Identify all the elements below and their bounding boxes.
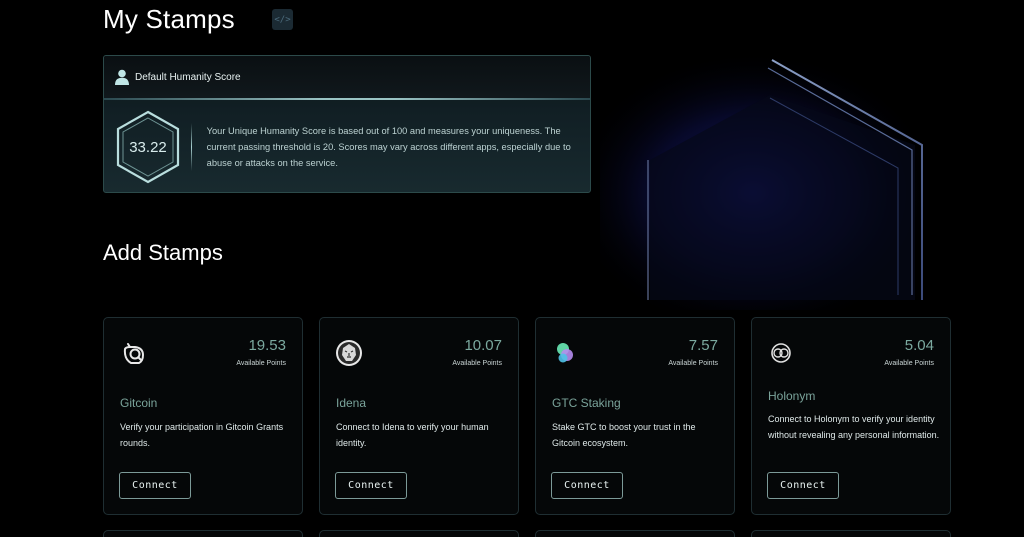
holonym-icon — [771, 343, 791, 363]
gitcoin-icon — [123, 343, 145, 364]
stamp-name: Holonym — [768, 389, 816, 403]
stamp-name: GTC Staking — [552, 396, 621, 410]
available-points-value: 19.53 — [248, 337, 286, 354]
idena-icon — [336, 340, 362, 366]
stamp-card-partial — [751, 530, 951, 537]
available-points-label: Available Points — [668, 360, 718, 367]
score-value: 33.22 — [129, 138, 167, 156]
available-points-value: 10.07 — [464, 337, 502, 354]
stamp-description: Verify your participation in Gitcoin Gra… — [120, 422, 284, 448]
connect-button[interactable]: Connect — [119, 472, 191, 499]
humanity-score-card: Default Humanity Score 33.22 Your Unique… — [103, 55, 591, 193]
score-description: Your Unique Humanity Score is based out … — [206, 126, 571, 168]
stamp-card-partial — [535, 530, 735, 537]
connect-button[interactable]: Connect — [335, 472, 407, 499]
stamp-card-gtc-staking: 7.57 Available Points GTC Staking Stake … — [535, 317, 735, 515]
gtc-staking-icon — [557, 343, 573, 363]
available-points-label: Available Points — [236, 360, 286, 367]
score-card-title: Default Humanity Score — [135, 71, 241, 83]
user-icon — [115, 69, 129, 85]
stamp-card-holonym: 5.04 Available Points Holonym Connect to… — [751, 317, 951, 515]
stamp-name: Idena — [336, 396, 367, 410]
stamp-description: Stake GTC to boost your trust in the Git… — [552, 422, 696, 448]
page-title: My Stamps — [103, 4, 235, 34]
score-divider — [104, 98, 590, 100]
stamp-card-idena: 10.07 Available Points Idena Connect to … — [319, 317, 519, 515]
connect-button[interactable]: Connect — [551, 472, 623, 499]
code-icon[interactable]: </> — [272, 9, 293, 30]
score-separator — [190, 123, 192, 171]
score-hexagon: 33.22 — [111, 109, 191, 185]
available-points-label: Available Points — [884, 360, 934, 367]
available-points-label: Available Points — [452, 360, 502, 367]
connect-button[interactable]: Connect — [767, 472, 839, 499]
add-stamps-title: Add Stamps — [103, 240, 223, 265]
available-points-value: 5.04 — [904, 337, 934, 354]
stamp-card-partial — [103, 530, 303, 537]
stamp-card-gitcoin: 19.53 Available Points Gitcoin Verify yo… — [103, 317, 303, 515]
hero-illustration — [600, 50, 940, 310]
stamp-description: Connect to Idena to verify your human id… — [336, 422, 489, 448]
available-points-value: 7.57 — [688, 337, 718, 354]
stamp-description: Connect to Holonym to verify your identi… — [768, 414, 940, 440]
stamp-card-partial — [319, 530, 519, 537]
score-card-header: Default Humanity Score — [104, 56, 590, 98]
stamp-name: Gitcoin — [120, 396, 158, 410]
